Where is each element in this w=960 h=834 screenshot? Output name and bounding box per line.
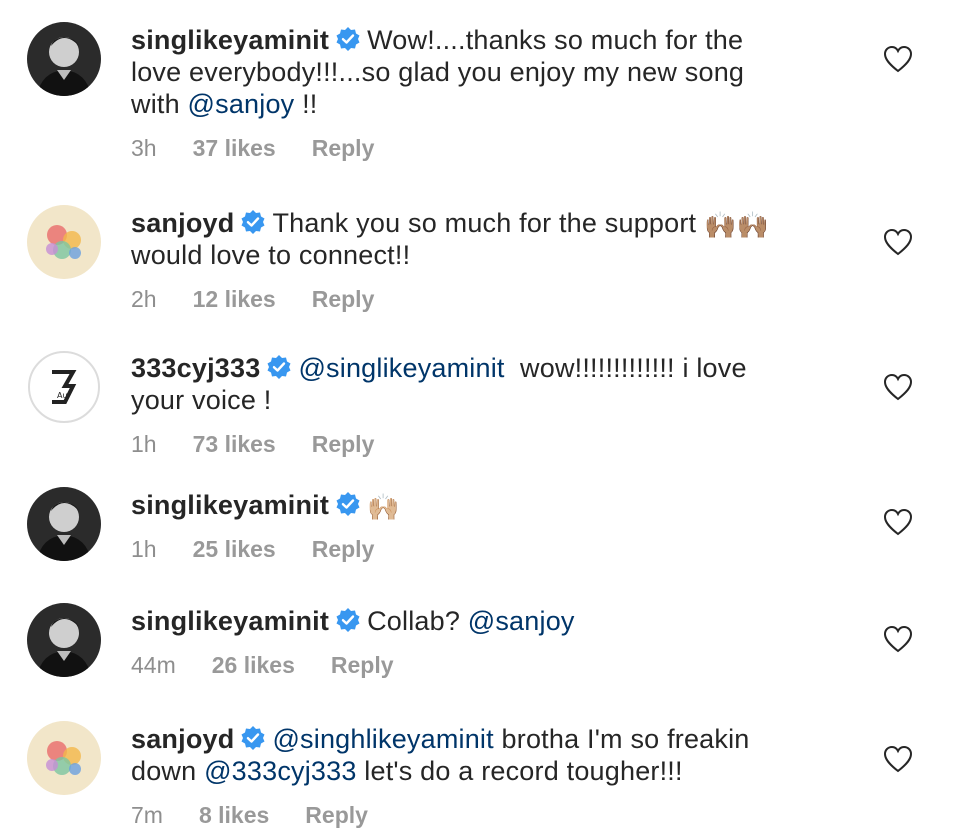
comment-text: singlikeyaminit Collab? @sanjoy — [131, 605, 831, 637]
timestamp: 44m — [131, 652, 176, 678]
like-heart-icon[interactable] — [883, 228, 913, 256]
comment-text-segment: brotha I'm so freakin — [493, 724, 750, 754]
mention-link[interactable]: @singhlikeyaminit — [272, 724, 493, 754]
comment-text-segment: down — [131, 756, 205, 786]
reply-button[interactable]: Reply — [312, 536, 375, 563]
comment-text: singlikeyaminit 🙌🏼 — [131, 489, 831, 521]
comment-text-segment: wow!!!!!!!!!!!!! i love — [504, 353, 747, 383]
username-link[interactable]: 333cyj333 — [131, 353, 260, 383]
avatar[interactable] — [27, 205, 101, 279]
verified-badge-icon — [335, 607, 361, 633]
svg-text:Au: Au — [57, 391, 68, 400]
avatar[interactable] — [27, 487, 101, 561]
verified-badge-icon — [240, 209, 266, 235]
avatar[interactable] — [27, 603, 101, 677]
avatar[interactable] — [27, 721, 101, 795]
username-link[interactable]: singlikeyaminit — [131, 606, 329, 636]
username-link[interactable]: sanjoyd — [131, 724, 234, 754]
like-count-link[interactable]: 25 likes — [193, 536, 276, 563]
like-heart-icon[interactable] — [883, 373, 913, 401]
reply-button[interactable]: Reply — [305, 802, 368, 829]
like-heart-icon[interactable] — [883, 625, 913, 653]
comment-text-segment: !! — [294, 89, 318, 119]
timestamp: 2h — [131, 286, 157, 312]
comment-body: sanjoyd @singhlikeyaminit brotha I'm so f… — [131, 723, 831, 829]
comment-text-segment: Wow!....thanks so much for the — [367, 25, 744, 55]
comment-meta: 44m 26 likes Reply — [131, 652, 831, 679]
like-heart-icon[interactable] — [883, 745, 913, 773]
verified-badge-icon — [335, 26, 361, 52]
like-count-link[interactable]: 26 likes — [212, 652, 295, 679]
comment-text: sanjoyd @singhlikeyaminit brotha I'm so f… — [131, 723, 831, 787]
raised-hands-emoji: 🙌🏽🙌🏽 — [703, 210, 770, 240]
comment-text-segment: Collab? — [367, 606, 468, 636]
avatar[interactable]: Au — [27, 350, 101, 424]
username-link[interactable]: sanjoyd — [131, 208, 234, 238]
like-count-link[interactable]: 73 likes — [193, 431, 276, 458]
mention-link[interactable]: @sanjoy — [468, 606, 575, 636]
avatar[interactable] — [27, 22, 101, 96]
reply-button[interactable]: Reply — [331, 652, 394, 679]
comment-text: singlikeyaminit Wow!....thanks so much fo… — [131, 24, 831, 120]
comment-text-segment: your voice ! — [131, 385, 272, 415]
comment-body: 333cyj333 @singlikeyaminit wow!!!!!!!!!!!… — [131, 352, 831, 458]
comment-meta: 3h 37 likes Reply — [131, 135, 831, 162]
timestamp: 1h — [131, 431, 157, 457]
username-link[interactable]: singlikeyaminit — [131, 25, 329, 55]
username-link[interactable]: singlikeyaminit — [131, 490, 329, 520]
timestamp: 1h — [131, 536, 157, 562]
verified-badge-icon — [266, 354, 292, 380]
timestamp: 7m — [131, 802, 163, 828]
comment-text-segment: with — [131, 89, 188, 119]
like-heart-icon[interactable] — [883, 45, 913, 73]
raised-hands-emoji: 🙌🏼 — [367, 492, 400, 522]
mention-link[interactable]: @singlikeyaminit — [298, 353, 504, 383]
like-count-link[interactable]: 37 likes — [193, 135, 276, 162]
reply-button[interactable]: Reply — [312, 135, 375, 162]
mention-link[interactable]: @sanjoy — [188, 89, 295, 119]
comment-body: sanjoyd Thank you so much for the support… — [131, 207, 831, 313]
mention-link[interactable]: @333cyj333 — [204, 756, 357, 786]
comment-body: singlikeyaminit Wow!....thanks so much fo… — [131, 24, 831, 162]
comment-text: 333cyj333 @singlikeyaminit wow!!!!!!!!!!!… — [131, 352, 831, 416]
comment-meta: 1h 25 likes Reply — [131, 536, 831, 563]
comment-body: singlikeyaminit Collab? @sanjoy 44m 26 like… — [131, 605, 831, 679]
verified-badge-icon — [335, 491, 361, 517]
comment-meta: 7m 8 likes Reply — [131, 802, 831, 829]
reply-button[interactable]: Reply — [312, 431, 375, 458]
comment-meta: 1h 73 likes Reply — [131, 431, 831, 458]
comment-body: singlikeyaminit 🙌🏼 1h 25 likes Reply — [131, 489, 831, 563]
comment-text-segment: love everybody!!!...so glad you enjoy my… — [131, 57, 745, 87]
comment-text-segment: would love to connect!! — [131, 240, 411, 270]
verified-badge-icon — [240, 725, 266, 751]
timestamp: 3h — [131, 135, 157, 161]
reply-button[interactable]: Reply — [312, 286, 375, 313]
comment-text-segment: let's do a record tougher!!! — [356, 756, 683, 786]
like-count-link[interactable]: 8 likes — [199, 802, 269, 829]
like-heart-icon[interactable] — [883, 508, 913, 536]
comment-text-segment: Thank you so much for the support — [272, 208, 704, 238]
comment-text: sanjoyd Thank you so much for the support… — [131, 207, 831, 271]
comment-meta: 2h 12 likes Reply — [131, 286, 831, 313]
like-count-link[interactable]: 12 likes — [193, 286, 276, 313]
